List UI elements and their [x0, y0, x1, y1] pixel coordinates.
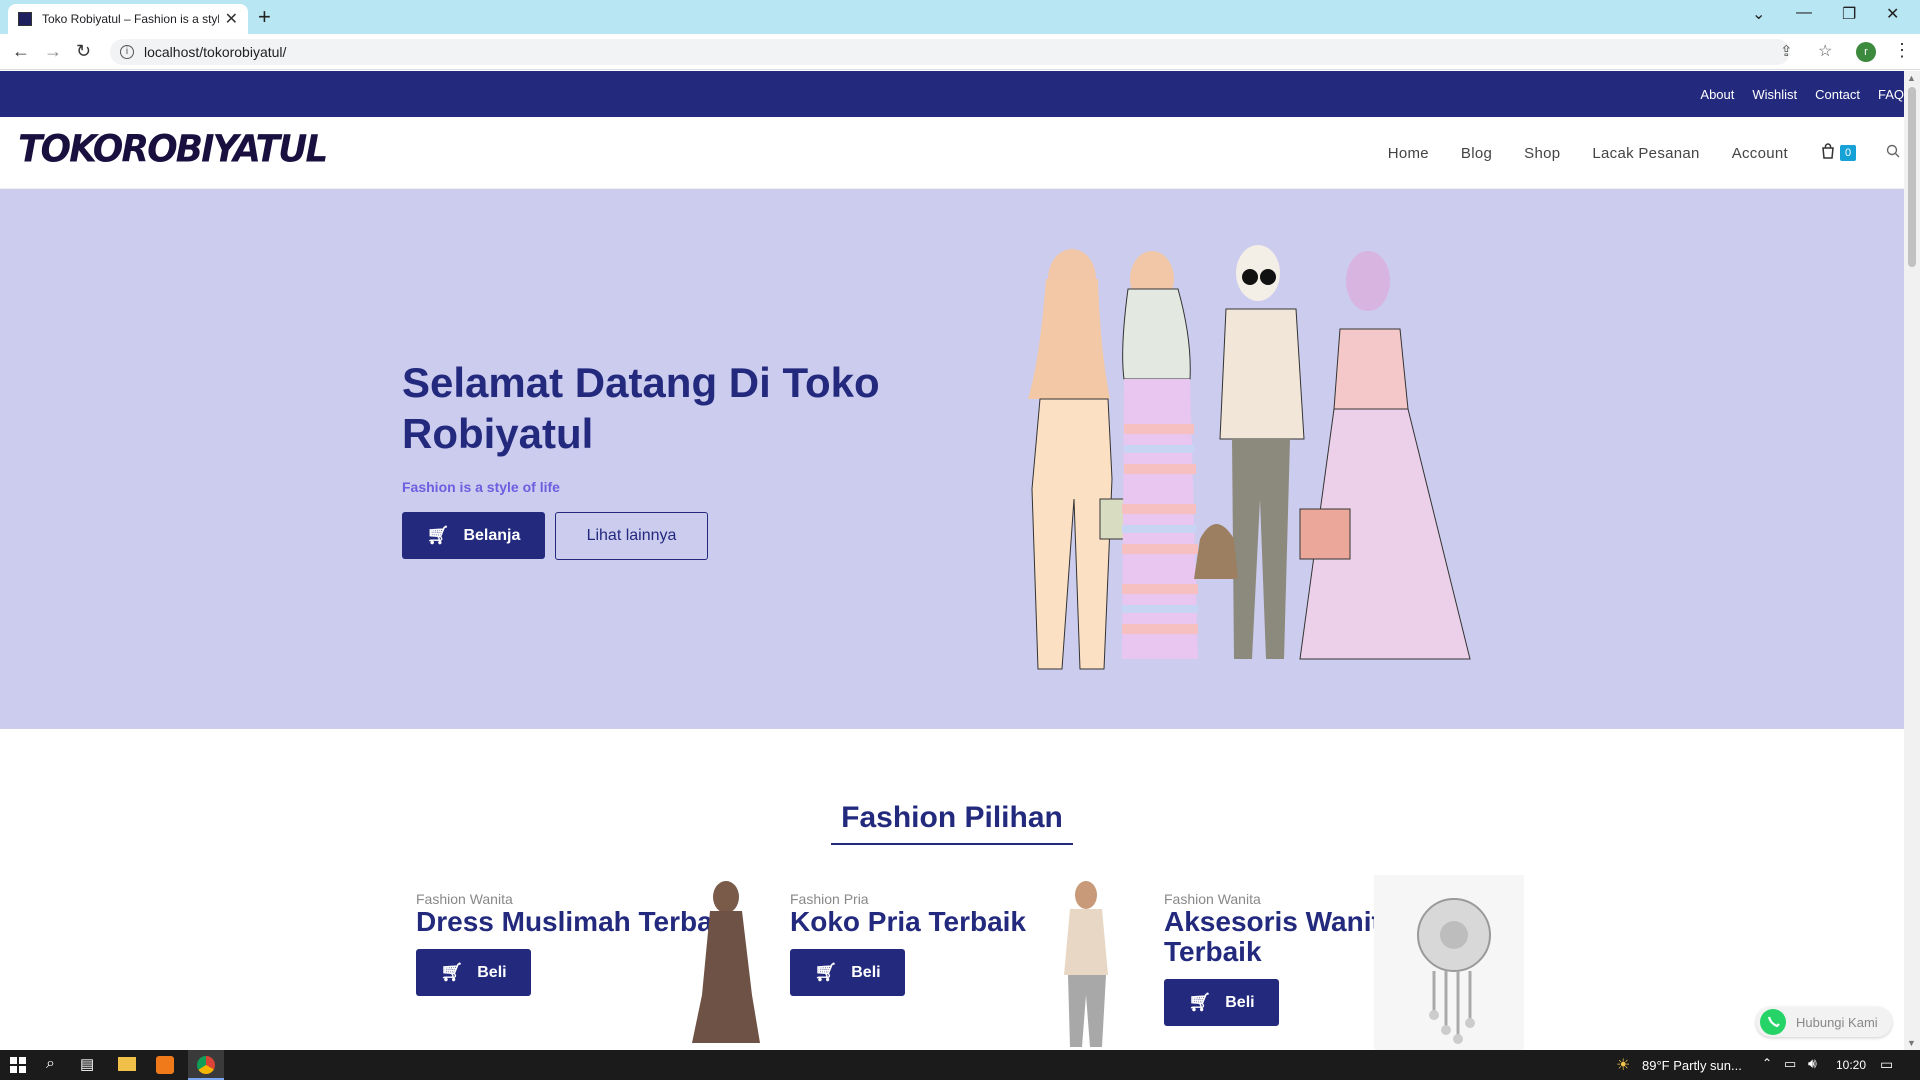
fashion-pilihan-title: Fashion Pilihan — [831, 801, 1073, 845]
tray-chevron-icon[interactable]: ⌃ — [1762, 1056, 1772, 1070]
site-info-icon[interactable]: i — [120, 45, 134, 59]
beli-button-dress[interactable]: 🛒︎ Beli — [416, 949, 531, 996]
reload-icon[interactable]: ↻ — [76, 41, 91, 62]
cart-count-badge: 0 — [1840, 145, 1856, 161]
bookmark-star-icon[interactable]: ☆ — [1818, 41, 1832, 61]
page-scrollbar[interactable]: ▲ ▼ — [1904, 71, 1920, 1050]
close-tab-icon[interactable]: ✕ — [225, 9, 238, 29]
brooch-product-image — [1374, 875, 1524, 1050]
weather-text[interactable]: 89°F Partly sun... — [1642, 1058, 1742, 1073]
restore-icon[interactable]: ❐ — [1842, 4, 1856, 24]
cart-icon: 🛒︎ — [440, 962, 464, 982]
windows-taskbar: ⌕ ▤ ☀ 89°F Partly sun... ⌃ ▭ 🔊︎ 10:20 ▭ — [0, 1050, 1920, 1080]
close-window-icon[interactable]: ✕ — [1886, 4, 1899, 24]
browser-tab-strip: Toko Robiyatul – Fashion is a style of l… — [0, 0, 1920, 34]
hero-tagline: Fashion is a style of life — [402, 479, 560, 495]
site-logo[interactable]: TOKOROBIYATUL — [18, 128, 328, 171]
nav-home[interactable]: Home — [1388, 145, 1429, 162]
network-icon[interactable]: ▭ — [1784, 1056, 1796, 1072]
topbar-link-about[interactable]: About — [1700, 87, 1734, 102]
site-header: TOKOROBIYATUL Home Blog Shop Lacak Pesan… — [0, 117, 1904, 189]
clock-text[interactable]: 10:20 — [1836, 1058, 1866, 1072]
site-favicon-icon — [18, 12, 32, 26]
profile-avatar[interactable]: r — [1856, 42, 1876, 62]
whatsapp-label: Hubungi Kami — [1796, 1014, 1878, 1030]
section-title-wrap: Fashion Pilihan — [0, 801, 1904, 845]
back-icon[interactable]: ← — [12, 41, 30, 62]
hijab-women-illustration — [1028, 245, 1471, 670]
topbar-link-contact[interactable]: Contact — [1815, 87, 1860, 102]
share-icon[interactable]: ⇪ — [1780, 42, 1793, 60]
beli-button-aksesoris[interactable]: 🛒︎ Beli — [1164, 979, 1279, 1026]
address-bar[interactable]: i localhost/tokorobiyatul/ ⇪ — [110, 39, 1793, 65]
topbar-link-faq[interactable]: FAQ — [1878, 87, 1904, 102]
scroll-down-icon[interactable]: ▼ — [1907, 1038, 1916, 1048]
volume-icon[interactable]: 🔊︎ — [1808, 1055, 1817, 1072]
chrome-icon — [197, 1056, 215, 1074]
card-category: Fashion Pria — [790, 891, 869, 907]
browser-tab[interactable]: Toko Robiyatul – Fashion is a style of l… — [8, 4, 248, 34]
scroll-thumb[interactable] — [1908, 87, 1916, 267]
top-link-bar: About Wishlist Contact FAQ — [0, 71, 1904, 117]
cart-icon: 🛒︎ — [1188, 992, 1212, 1012]
featured-card-aksesoris: Fashion Wanita Aksesoris Wanita Terbaik … — [1164, 875, 1524, 1050]
beli-button-koko[interactable]: 🛒︎ Beli — [790, 949, 905, 996]
minimize-icon[interactable]: — — [1796, 4, 1812, 22]
whatsapp-icon — [1760, 1009, 1786, 1035]
web-page: About Wishlist Contact FAQ TOKOROBIYATUL… — [0, 71, 1904, 1050]
forward-icon[interactable]: → — [44, 41, 62, 62]
whatsapp-contact-button[interactable]: Hubungi Kami — [1756, 1007, 1892, 1037]
hero-title: Selamat Datang Di Toko Robiyatul — [402, 359, 880, 457]
search-icon[interactable] — [1886, 144, 1900, 163]
scroll-up-icon[interactable]: ▲ — [1907, 73, 1916, 83]
nav-shop[interactable]: Shop — [1524, 145, 1560, 162]
nav-account[interactable]: Account — [1732, 145, 1788, 162]
cart-icon: 🛒︎ — [814, 962, 838, 982]
search-taskbar-icon[interactable]: ⌕ — [46, 1055, 55, 1073]
card-category: Fashion Wanita — [416, 891, 513, 907]
tab-search-icon[interactable]: ⌄ — [1752, 4, 1765, 24]
url-text: localhost/tokorobiyatul/ — [144, 44, 287, 60]
new-tab-icon[interactable]: + — [258, 4, 271, 30]
dress-product-image — [692, 881, 760, 1043]
windows-start-icon[interactable] — [10, 1057, 26, 1078]
browser-menu-icon[interactable]: ⋮ — [1893, 40, 1911, 61]
topbar-link-wishlist[interactable]: Wishlist — [1752, 87, 1797, 102]
weather-icon[interactable]: ☀ — [1616, 1055, 1630, 1075]
card-category: Fashion Wanita — [1164, 891, 1261, 907]
nav-lacak-pesanan[interactable]: Lacak Pesanan — [1592, 145, 1699, 162]
chrome-taskbar-button[interactable] — [188, 1050, 224, 1080]
task-view-icon[interactable]: ▤ — [80, 1055, 94, 1073]
belanja-button[interactable]: 🛒︎ Belanja — [402, 512, 545, 559]
xampp-icon[interactable] — [156, 1056, 174, 1074]
lihat-lainnya-button[interactable]: Lihat lainnya — [555, 512, 708, 560]
cart-icon: 🛒︎ — [426, 525, 450, 545]
featured-card-koko: Fashion Pria Koko Pria Terbaik 🛒︎ Beli — [790, 881, 1150, 1050]
nav-blog[interactable]: Blog — [1461, 145, 1492, 162]
hero-banner: Selamat Datang Di Toko Robiyatul Fashion… — [0, 189, 1904, 729]
shopping-bag-icon — [1820, 142, 1836, 164]
featured-card-dress: Fashion Wanita Dress Muslimah Terbaik 🛒︎… — [416, 881, 776, 1050]
file-explorer-icon[interactable] — [118, 1057, 136, 1071]
koko-product-image — [1064, 881, 1108, 1047]
cart-button[interactable]: 0 — [1820, 142, 1856, 164]
main-nav: Home Blog Shop Lacak Pesanan Account 0 — [1388, 117, 1904, 189]
notifications-icon[interactable]: ▭ — [1880, 1056, 1893, 1073]
tab-title: Toko Robiyatul – Fashion is a style of l… — [42, 12, 219, 26]
browser-toolbar: ← → ↻ i localhost/tokorobiyatul/ ⇪ ☆ r ⋮ — [0, 34, 1920, 70]
